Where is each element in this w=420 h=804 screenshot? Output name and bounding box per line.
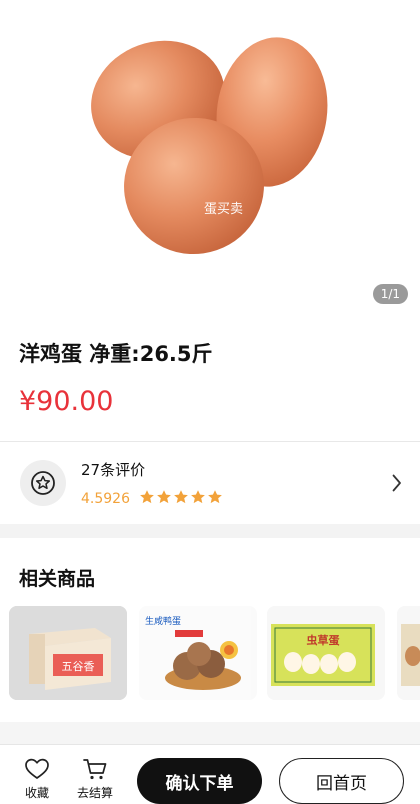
star-circle-icon	[20, 460, 66, 506]
related-product-label: 五谷香	[62, 660, 95, 673]
checkout-cart-button[interactable]: 去结算	[77, 757, 113, 801]
related-product-card[interactable]: 虫草蛋	[267, 606, 385, 700]
rating-stars	[139, 489, 223, 505]
section-gap	[0, 722, 420, 744]
image-watermark: 蛋买卖	[204, 202, 244, 217]
cart-label: 去结算	[77, 786, 114, 800]
star-icon	[174, 490, 188, 504]
salted-duck-eggs-image: 生咸鸭蛋	[139, 606, 251, 700]
review-count: 27条评价	[81, 461, 146, 479]
review-score: 4.5926	[81, 491, 130, 507]
chevron-right-icon[interactable]	[392, 474, 402, 492]
related-product-card[interactable]: 生咸鸭蛋	[139, 606, 257, 700]
section-gap	[0, 524, 420, 538]
related-product-card[interactable]: 五谷香	[9, 606, 127, 700]
eggs-illustration	[91, 37, 328, 255]
related-product-label: 生咸鸭蛋	[145, 615, 181, 627]
related-product-label: 虫草蛋	[307, 633, 341, 647]
bottom-action-bar: 收藏 去结算 确认下单 回首页	[0, 744, 420, 804]
star-icon	[208, 490, 222, 504]
heart-icon	[25, 758, 49, 779]
cordyceps-eggs-image: 虫草蛋	[267, 606, 379, 700]
favorite-button[interactable]: 收藏	[24, 757, 50, 801]
star-icon	[140, 490, 154, 504]
product-price: ¥90.00	[19, 386, 114, 417]
favorite-label: 收藏	[24, 786, 49, 800]
related-products-title: 相关商品	[19, 568, 96, 590]
star-icon	[191, 490, 205, 504]
review-summary[interactable]: 27条评价 4.5926	[0, 442, 420, 524]
related-product-card[interactable]	[397, 606, 420, 700]
product-image[interactable]: 蛋买卖 1/1	[0, 0, 420, 312]
egg-pack-image	[397, 606, 420, 700]
related-products-list: 五谷香 生咸鸭蛋 虫草蛋	[0, 606, 420, 702]
back-home-button[interactable]: 回首页	[279, 758, 404, 804]
star-icon	[157, 490, 171, 504]
egg-box-image: 五谷香	[9, 606, 127, 700]
confirm-order-button[interactable]: 确认下单	[137, 758, 262, 804]
image-pager: 1/1	[372, 284, 408, 304]
cart-icon	[83, 759, 107, 780]
product-title: 洋鸡蛋 净重:26.5斤	[19, 342, 213, 366]
